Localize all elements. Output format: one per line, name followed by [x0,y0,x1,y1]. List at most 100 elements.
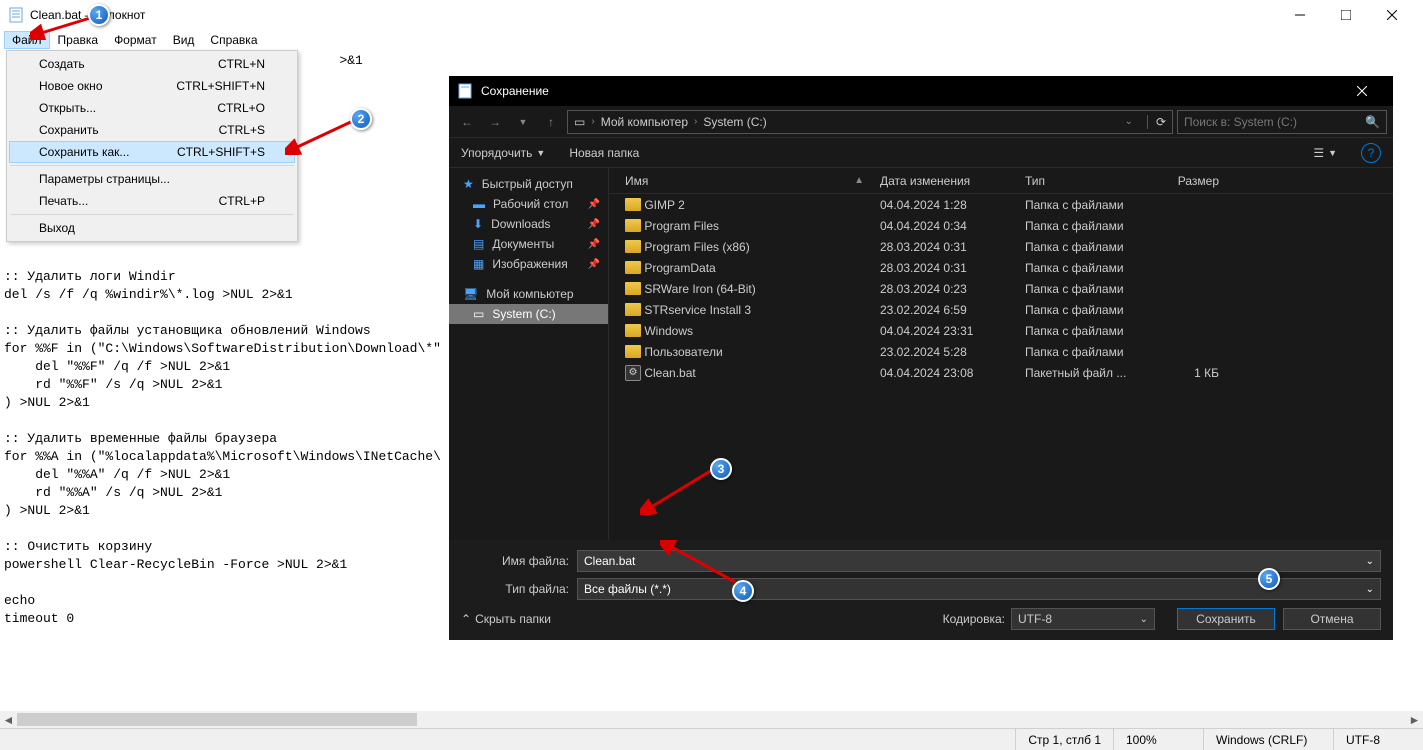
folder-icon [625,282,641,295]
menubar: Файл Правка Формат Вид Справка [0,30,1423,50]
save-dialog: Сохранение ← → ▼ ↑ ▭ › Мой компьютер › S… [449,76,1393,602]
nav-pictures[interactable]: ▦Изображения📌 [449,254,608,274]
scroll-thumb[interactable] [17,713,417,726]
breadcrumb-computer[interactable]: Мой компьютер [601,115,688,129]
dialog-titlebar: Сохранение [449,76,1393,106]
nav-downloads[interactable]: ⬇Downloads📌 [449,214,608,234]
nav-forward-button[interactable]: → [483,110,507,134]
notepad-icon [8,7,24,23]
window-title: Clean.bat — Блокнот [30,8,1277,22]
menu-file[interactable]: Файл [4,31,50,49]
chevron-down-icon: ⌄ [1140,614,1148,625]
nav-computer[interactable]: 🖥Мой компьютер [449,284,608,304]
nav-recent-button[interactable]: ▼ [511,110,535,134]
view-mode-button[interactable]: ☰ ▼ [1313,146,1337,160]
file-row[interactable]: STRservice Install 323.02.2024 6:59Папка… [609,299,1393,320]
nav-back-button[interactable]: ← [455,110,479,134]
file-row[interactable]: GIMP 204.04.2024 1:28Папка с файлами [609,194,1393,215]
close-button[interactable] [1369,0,1415,30]
col-date[interactable]: Дата изменения [872,174,1017,188]
menu-item-print[interactable]: Печать...CTRL+P [9,190,295,212]
search-input[interactable]: Поиск в: System (C:) 🔍 [1177,110,1387,134]
dialog-toolbar: Упорядочить ▼ Новая папка ☰ ▼ ? [449,138,1393,168]
pictures-icon: ▦ [473,257,484,271]
menu-item-page-setup[interactable]: Параметры страницы... [9,168,295,190]
filename-input[interactable]: Clean.bat⌄ [577,550,1381,572]
downloads-icon: ⬇ [473,217,483,231]
titlebar: Clean.bat — Блокнот [0,0,1423,30]
cancel-button[interactable]: Отмена [1283,608,1381,630]
nav-tree: ★Быстрый доступ ▬Рабочий стол📌 ⬇Download… [449,168,609,540]
address-bar[interactable]: ▭ › Мой компьютер › System (C:) ⌄ ⟳ [567,110,1173,134]
menu-item-exit[interactable]: Выход [9,217,295,239]
file-menu-dropdown: СоздатьCTRL+N Новое окноCTRL+SHIFT+N Отк… [6,50,298,242]
scroll-left-arrow[interactable]: ◄ [0,711,17,728]
folder-icon [625,198,641,211]
help-button[interactable]: ? [1361,143,1381,163]
statusbar: Стр 1, стлб 1 100% Windows (CRLF) UTF-8 [0,728,1423,750]
file-row[interactable]: Program Files (x86)28.03.2024 0:31Папка … [609,236,1393,257]
minimize-button[interactable] [1277,0,1323,30]
sort-asc-icon: ▲ [854,175,864,186]
chevron-down-icon[interactable]: ⌄ [1366,584,1374,595]
pin-icon: 📌 [588,239,600,250]
nav-documents[interactable]: ▤Документы📌 [449,234,608,254]
nav-quick-access[interactable]: ★Быстрый доступ [449,174,608,194]
file-row[interactable]: Program Files04.04.2024 0:34Папка с файл… [609,215,1393,236]
status-zoom: 100% [1113,729,1203,750]
file-row[interactable]: Пользователи23.02.2024 5:28Папка с файла… [609,341,1393,362]
annotation-marker-1: 1 [88,4,110,26]
folder-icon [625,219,641,232]
chevron-down-icon[interactable]: ⌄ [1366,556,1374,567]
chevron-down-icon[interactable]: ⌄ [1125,116,1133,127]
dialog-navrow: ← → ▼ ↑ ▭ › Мой компьютер › System (C:) … [449,106,1393,138]
menu-item-save-as[interactable]: Сохранить как...CTRL+SHIFT+S [9,141,295,163]
menu-separator [10,214,294,215]
search-icon: 🔍 [1365,115,1380,129]
folder-icon [625,345,641,358]
hide-folders-button[interactable]: ⌃Скрыть папки [461,612,551,626]
drive-icon: ▭ [574,115,585,129]
refresh-icon[interactable]: ⟳ [1147,115,1166,129]
menu-help[interactable]: Справка [202,31,265,49]
save-button[interactable]: Сохранить [1177,608,1275,630]
chevron-right-icon: › [591,116,594,127]
file-row[interactable]: SRWare Iron (64-Bit)28.03.2024 0:23Папка… [609,278,1393,299]
file-row[interactable]: Clean.bat04.04.2024 23:08Пакетный файл .… [609,362,1393,383]
col-size[interactable]: Размер [1147,174,1227,188]
menu-view[interactable]: Вид [165,31,203,49]
filetype-label: Тип файла: [461,582,577,596]
menu-item-new[interactable]: СоздатьCTRL+N [9,53,295,75]
dialog-close-button[interactable] [1339,76,1385,106]
filename-label: Имя файла: [461,554,577,568]
pin-icon: 📌 [588,219,600,230]
dialog-button-row: ⌃Скрыть папки Кодировка: UTF-8⌄ Сохранит… [461,608,1381,630]
nav-drive-c[interactable]: ▭System (C:) [449,304,608,324]
dialog-bottom-panel: Имя файла: Clean.bat⌄ Тип файла: Все фай… [449,540,1393,640]
file-row[interactable]: Windows04.04.2024 23:31Папка с файлами [609,320,1393,341]
folder-icon [625,324,641,337]
organize-button[interactable]: Упорядочить ▼ [461,146,545,160]
desktop-icon: ▬ [473,197,485,211]
file-row[interactable]: ProgramData28.03.2024 0:31Папка с файлам… [609,257,1393,278]
annotation-marker-2: 2 [350,108,372,130]
new-folder-button[interactable]: Новая папка [569,146,639,160]
nav-up-button[interactable]: ↑ [539,110,563,134]
menu-item-open[interactable]: Открыть...CTRL+O [9,97,295,119]
menu-separator [10,165,294,166]
col-name[interactable]: Имя▲ [617,174,872,188]
breadcrumb-drive[interactable]: System (C:) [703,115,766,129]
menu-edit[interactable]: Правка [50,31,107,49]
nav-desktop[interactable]: ▬Рабочий стол📌 [449,194,608,214]
horizontal-scrollbar[interactable]: ◄ ► [0,711,1423,728]
dialog-body: ★Быстрый доступ ▬Рабочий стол📌 ⬇Download… [449,168,1393,540]
scroll-right-arrow[interactable]: ► [1406,711,1423,728]
status-eol: Windows (CRLF) [1203,729,1333,750]
encoding-select[interactable]: UTF-8⌄ [1011,608,1155,630]
menu-item-new-window[interactable]: Новое окноCTRL+SHIFT+N [9,75,295,97]
maximize-button[interactable] [1323,0,1369,30]
menu-format[interactable]: Формат [106,31,165,49]
col-type[interactable]: Тип [1017,174,1147,188]
pin-icon: 📌 [588,199,600,210]
menu-item-save[interactable]: СохранитьCTRL+S [9,119,295,141]
